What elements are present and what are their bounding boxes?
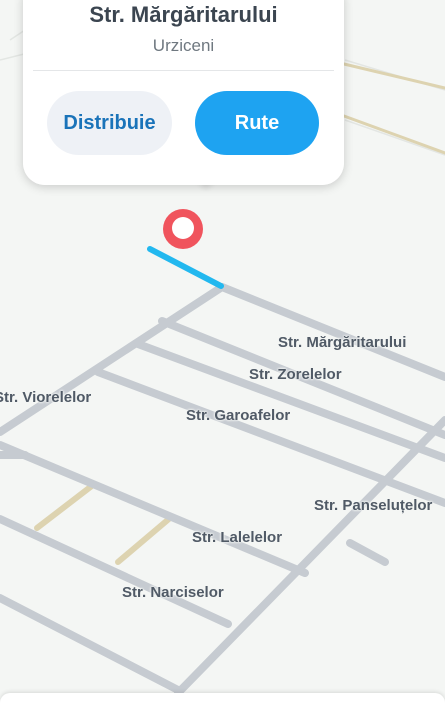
place-title: Str. Mărgăritarului: [89, 2, 278, 27]
location-pin-icon[interactable]: [163, 209, 203, 249]
selected-street-highlight: [147, 246, 224, 289]
route-button[interactable]: Rute: [195, 91, 319, 155]
street-label-margaritarului: Str. Mărgăritarului: [278, 334, 407, 351]
place-subtitle: Urziceni: [152, 36, 215, 55]
street-label-panselutelor: Str. Panseluțelor: [314, 497, 433, 514]
street-label-lalelelor: Str. Lalelelor: [192, 529, 283, 546]
card-divider: [33, 70, 334, 71]
share-button[interactable]: Distribuie: [47, 91, 172, 155]
street-label-narciselor: Str. Narciselor: [122, 584, 224, 601]
street-label-viorelelor: Str. Viorelelor: [0, 389, 92, 406]
bottom-sheet-edge[interactable]: [0, 693, 445, 703]
street-label-zorelelor: Str. Zorelelor: [249, 366, 342, 383]
card-body: Str. Mărgăritarului Urziceni Distribuie …: [23, 0, 344, 185]
place-info-card: Str. Mărgăritarului Urziceni Distribuie …: [23, 0, 344, 185]
street-label-garoafelor: Str. Garoafelor: [186, 407, 291, 424]
